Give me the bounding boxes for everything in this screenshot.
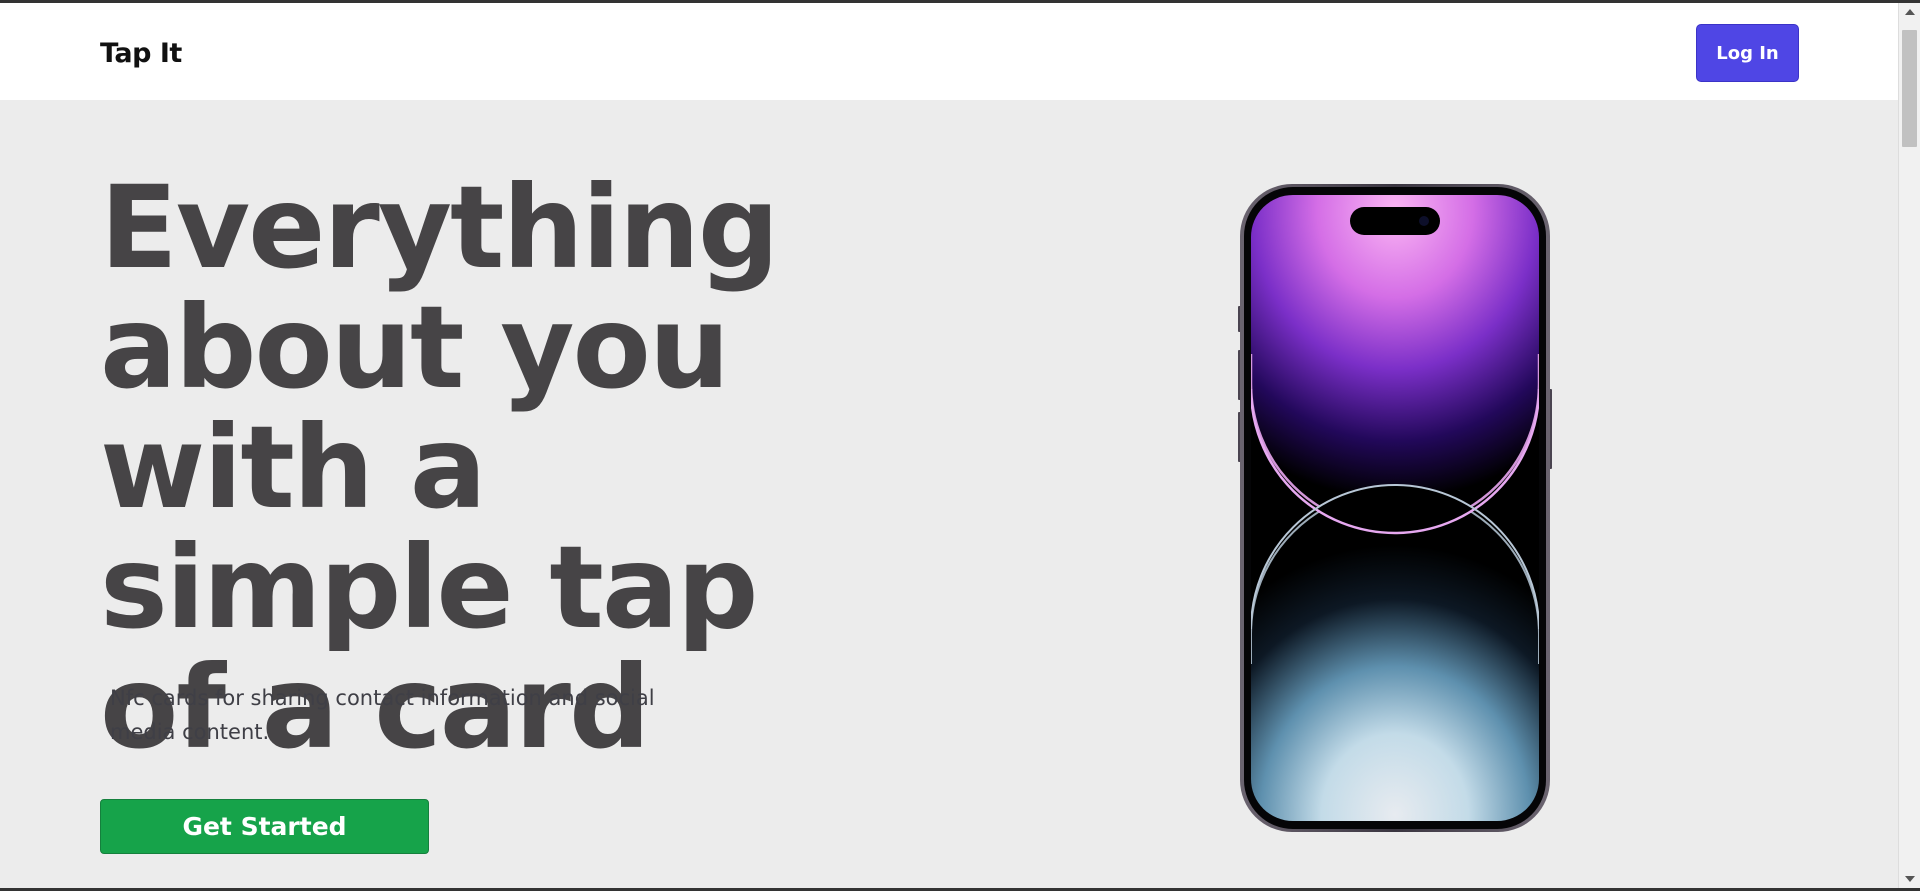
login-button[interactable]: Log In [1696, 24, 1799, 82]
scroll-up-arrow-icon[interactable] [1905, 9, 1915, 15]
phone-image [1238, 184, 1552, 832]
page-scrollbar[interactable] [1898, 3, 1920, 888]
navbar: Tap It Log In [0, 3, 1898, 100]
hero-section: Everything about you with a simple tap o… [0, 100, 1898, 888]
scrollbar-thumb[interactable] [1902, 30, 1917, 147]
brand-logo-text[interactable]: Tap It [100, 38, 182, 69]
hero-subtext: Nfc cards for sharing contact informatio… [110, 686, 655, 744]
hero-headline: Everything about you with a simple tap o… [100, 161, 780, 774]
get-started-button[interactable]: Get Started [100, 799, 429, 854]
scroll-down-arrow-icon[interactable] [1905, 876, 1915, 882]
